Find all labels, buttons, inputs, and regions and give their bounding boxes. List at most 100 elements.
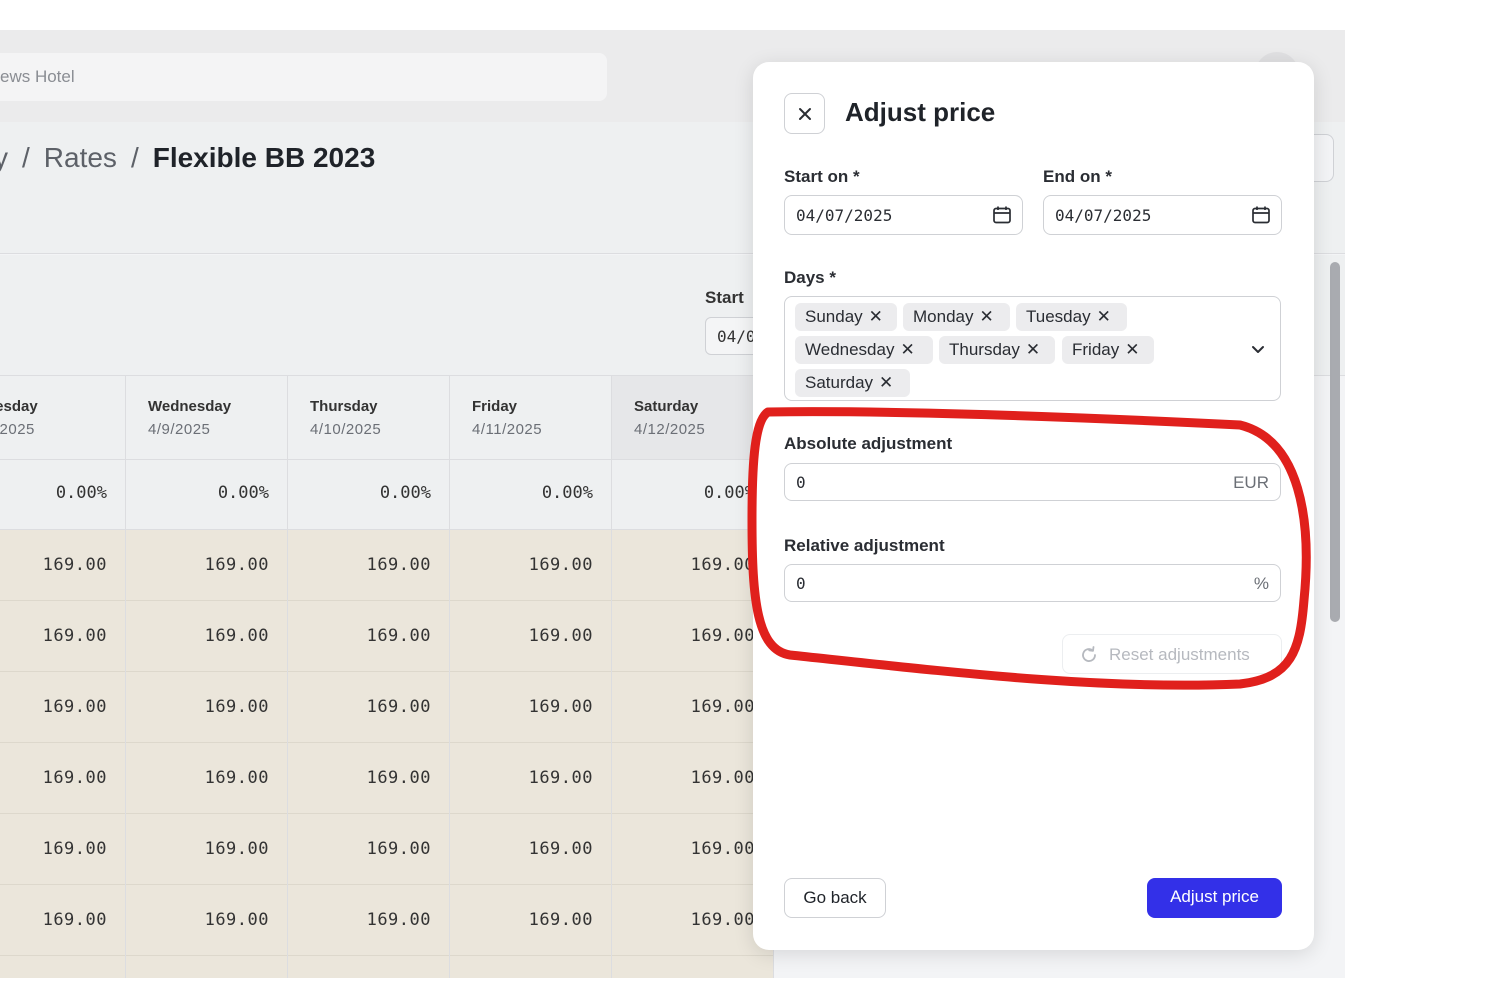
remove-chip-icon[interactable]: ✕ xyxy=(869,307,883,326)
price-cell[interactable]: 169.00 xyxy=(612,814,773,885)
column-header: Wednesday 4/9/2025 xyxy=(126,376,287,460)
percent-cell[interactable]: 0.00% xyxy=(126,460,287,530)
day-chip-label: Tuesday xyxy=(1026,307,1091,326)
price-cell[interactable]: 169.00 xyxy=(288,814,449,885)
price-value: 169.00 xyxy=(204,626,269,646)
price-cell[interactable]: 169.00 xyxy=(0,743,125,814)
percent-value: 0.00% xyxy=(55,483,107,503)
price-cell[interactable]: 169.00 xyxy=(612,601,773,672)
percent-cell[interactable]: 0.00% xyxy=(450,460,611,530)
adjust-price-button[interactable]: Adjust price xyxy=(1147,878,1282,918)
percent-value: 0.00% xyxy=(379,483,431,503)
end-on-label: End on * xyxy=(1043,167,1112,186)
day-chip: Tuesday ✕ xyxy=(1016,303,1127,331)
price-cell[interactable] xyxy=(0,956,125,978)
hotel-search-text: ews Hotel xyxy=(0,67,75,86)
page-title: Flexible BB 2023 xyxy=(152,142,376,173)
price-value: 169.00 xyxy=(204,910,269,930)
price-cell[interactable]: 169.00 xyxy=(450,885,611,956)
grid-column: Saturday 4/12/2025 0.00% 169.00 169.00 169.00… xyxy=(612,376,774,978)
price-cell[interactable]: 169.00 xyxy=(450,814,611,885)
price-value: 169.00 xyxy=(690,626,755,646)
calendar-icon[interactable] xyxy=(992,205,1012,225)
price-cell[interactable]: 169.00 xyxy=(0,885,125,956)
breadcrumb-rates[interactable]: Rates xyxy=(44,142,117,173)
price-cell[interactable]: 169.00 xyxy=(126,672,287,743)
breadcrumb-separator: / xyxy=(22,142,30,173)
remove-chip-icon[interactable]: ✕ xyxy=(979,307,993,326)
price-cell[interactable]: 169.00 xyxy=(612,530,773,601)
absolute-adjustment-input[interactable]: 0 EUR xyxy=(784,463,1281,501)
price-value: 169.00 xyxy=(366,555,431,575)
end-on-input[interactable]: 04/07/2025 xyxy=(1043,195,1282,235)
hotel-search-input[interactable]: ews Hotel xyxy=(0,53,607,101)
price-cell[interactable]: 169.00 xyxy=(450,530,611,601)
absolute-adjustment-value: 0 xyxy=(796,473,806,492)
column-day: Thursday xyxy=(310,398,378,415)
adjust-price-modal: Adjust price Start on * 04/07/2025 End o… xyxy=(753,62,1314,950)
price-value: 169.00 xyxy=(366,910,431,930)
price-cell[interactable]: 169.00 xyxy=(0,814,125,885)
percent-cell[interactable]: 0.00% xyxy=(288,460,449,530)
chevron-down-icon[interactable] xyxy=(1250,341,1266,357)
price-cell[interactable]: 169.00 xyxy=(0,530,125,601)
start-filter-value: 04/0 xyxy=(717,327,756,346)
remove-chip-icon[interactable]: ✕ xyxy=(879,373,893,392)
days-label: Days * xyxy=(784,268,836,287)
price-cell[interactable]: 169.00 xyxy=(612,672,773,743)
remove-chip-icon[interactable]: ✕ xyxy=(1026,340,1040,359)
price-cell[interactable]: 169.00 xyxy=(288,743,449,814)
price-cell[interactable]: 169.00 xyxy=(0,601,125,672)
reset-adjustments-button[interactable]: Reset adjustments xyxy=(1062,634,1282,674)
price-cell[interactable]: 169.00 xyxy=(126,601,287,672)
price-value: 169.00 xyxy=(366,839,431,859)
price-cell[interactable] xyxy=(450,956,611,978)
remove-chip-icon[interactable]: ✕ xyxy=(1125,340,1139,359)
price-cell[interactable] xyxy=(612,956,773,978)
percent-unit: % xyxy=(1253,574,1269,593)
price-value: 169.00 xyxy=(42,626,107,646)
price-cell[interactable]: 169.00 xyxy=(612,885,773,956)
start-on-input[interactable]: 04/07/2025 xyxy=(784,195,1023,235)
price-cell[interactable]: 169.00 xyxy=(126,530,287,601)
price-cell[interactable]: 169.00 xyxy=(288,601,449,672)
price-cell[interactable]: 169.00 xyxy=(612,743,773,814)
price-cell[interactable] xyxy=(126,956,287,978)
grid-column: Friday 4/11/2025 0.00% 169.00 169.00 169.00 16… xyxy=(450,376,612,978)
scrollbar[interactable] xyxy=(1330,262,1340,622)
price-cell[interactable]: 169.00 xyxy=(450,601,611,672)
price-cell[interactable]: 169.00 xyxy=(0,672,125,743)
breadcrumb-separator: / xyxy=(130,142,139,173)
go-back-button[interactable]: Go back xyxy=(784,878,886,918)
price-cell[interactable]: 169.00 xyxy=(288,530,449,601)
price-value: 169.00 xyxy=(690,555,755,575)
days-multiselect[interactable]: Sunday ✕ Monday ✕ Tuesday ✕ Wednesday ✕ Thur… xyxy=(784,296,1281,401)
percent-cell[interactable]: 0.00% xyxy=(0,460,125,530)
price-cell[interactable]: 169.00 xyxy=(126,814,287,885)
price-cell[interactable]: 169.00 xyxy=(126,743,287,814)
remove-chip-icon[interactable]: ✕ xyxy=(900,340,914,359)
price-cell[interactable] xyxy=(288,956,449,978)
percent-cell[interactable]: 0.00% xyxy=(612,460,773,530)
price-cell[interactable]: 169.00 xyxy=(450,743,611,814)
column-date: 4/9/2025 xyxy=(148,421,211,438)
day-chip: Saturday ✕ xyxy=(795,369,910,397)
end-on-value: 04/07/2025 xyxy=(1055,206,1152,225)
day-chip: Wednesday ✕ xyxy=(795,336,933,364)
price-cell[interactable]: 169.00 xyxy=(288,885,449,956)
column-date: 4/11/2025 xyxy=(472,421,543,438)
column-date: 4/10/2025 xyxy=(310,421,382,438)
remove-chip-icon[interactable]: ✕ xyxy=(1097,307,1111,326)
calendar-icon[interactable] xyxy=(1251,205,1271,225)
relative-adjustment-input[interactable]: 0 % xyxy=(784,564,1281,602)
start-filter-label: Start xyxy=(705,288,744,307)
relative-adjustment-label: Relative adjustment xyxy=(784,536,945,555)
close-button[interactable] xyxy=(784,93,825,134)
breadcrumb-prev[interactable]: y xyxy=(0,142,8,173)
column-header: Saturday 4/12/2025 xyxy=(612,376,773,460)
price-value: 169.00 xyxy=(42,768,107,788)
price-value: 169.00 xyxy=(204,555,269,575)
price-cell[interactable]: 169.00 xyxy=(450,672,611,743)
price-cell[interactable]: 169.00 xyxy=(288,672,449,743)
price-cell[interactable]: 169.00 xyxy=(126,885,287,956)
